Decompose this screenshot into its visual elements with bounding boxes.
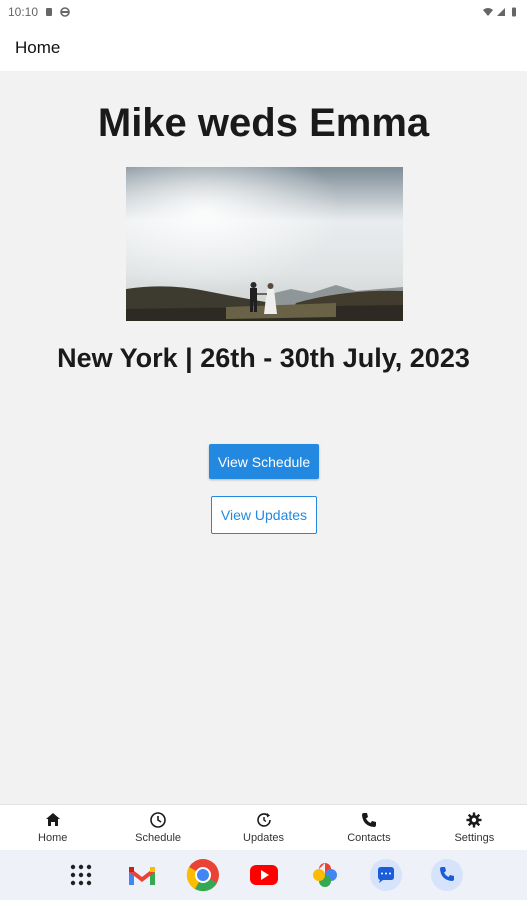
update-icon xyxy=(256,813,271,827)
nav-item-label: Contacts xyxy=(347,832,391,844)
phone-icon xyxy=(361,813,376,827)
bottom-nav: Home Schedule Updates Contacts Settings xyxy=(0,804,527,850)
phone-dialer-icon[interactable] xyxy=(429,857,465,893)
signal-icon xyxy=(497,8,505,16)
status-right xyxy=(483,7,519,17)
sync-icon xyxy=(60,7,70,17)
system-dock xyxy=(0,850,527,900)
sim-icon xyxy=(46,8,53,16)
status-left: 10:10 xyxy=(8,5,70,19)
nav-item-updates[interactable]: Updates xyxy=(211,805,316,850)
page-title: Home xyxy=(15,37,61,57)
wifi-icon xyxy=(483,8,493,16)
app-drawer-icon[interactable] xyxy=(63,857,99,893)
status-bar: 10:10 xyxy=(0,0,527,24)
event-details: New York | 26th - 30th July, 2023 xyxy=(57,343,470,373)
nav-item-label: Schedule xyxy=(135,832,182,844)
nav-item-schedule[interactable]: Schedule xyxy=(105,805,210,850)
battery-icon xyxy=(512,7,516,17)
messages-icon[interactable] xyxy=(368,857,404,893)
view-schedule-button[interactable]: View Schedule xyxy=(209,444,319,479)
gmail-icon[interactable] xyxy=(124,857,160,893)
app-bar: Home xyxy=(0,24,527,71)
photos-icon[interactable] xyxy=(307,857,343,893)
nav-item-label: Home xyxy=(38,832,68,844)
nav-item-label: Settings xyxy=(454,832,495,844)
youtube-icon[interactable] xyxy=(246,857,282,893)
gear-icon xyxy=(466,812,482,828)
nav-item-settings[interactable]: Settings xyxy=(422,805,527,850)
clock-icon xyxy=(150,812,166,828)
nav-item-home[interactable]: Home xyxy=(0,805,105,850)
nav-item-contacts[interactable]: Contacts xyxy=(316,805,421,850)
status-time: 10:10 xyxy=(8,5,39,19)
main-content: Mike weds Emma New York | 26th - 30th Ju… xyxy=(0,71,527,804)
nav-item-label: Updates xyxy=(243,832,284,844)
chrome-icon[interactable] xyxy=(185,857,221,893)
home-icon xyxy=(45,813,60,826)
wedding-title: Mike weds Emma xyxy=(97,101,430,145)
couple-photo xyxy=(126,167,403,321)
view-updates-button[interactable]: View Updates xyxy=(211,496,317,534)
